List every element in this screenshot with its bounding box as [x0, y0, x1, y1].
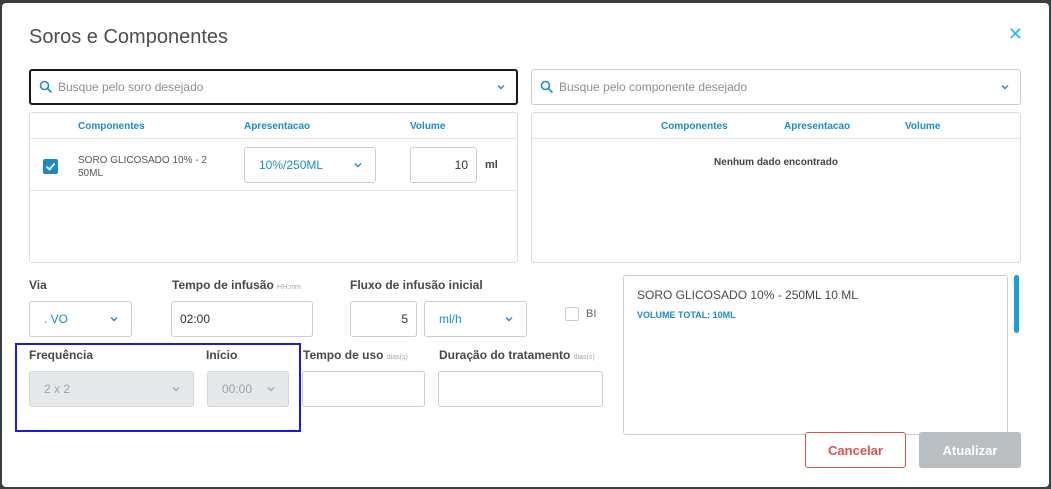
componente-search-placeholder: Busque pelo componente desejado: [559, 80, 748, 94]
summary-total: VOLUME TOTAL: 10ML: [637, 310, 736, 320]
grid-header-volume: Volume: [905, 121, 941, 132]
via-label: Via: [29, 278, 47, 292]
tempo-infusao-label: Tempo de infusão HH:mm: [172, 278, 301, 292]
highlight-box: [15, 343, 301, 432]
chevron-down-icon: [110, 317, 118, 322]
tempo-infusao-hint: HH:mm: [277, 284, 301, 291]
check-icon: [45, 162, 56, 171]
chevron-down-icon[interactable]: [496, 82, 506, 92]
volume-input[interactable]: 10: [410, 147, 477, 183]
row-componente-name: SORO GLICOSADO 10% - 2 50ML: [78, 155, 207, 179]
row-divider: [30, 190, 517, 191]
tempo-uso-input[interactable]: [302, 371, 425, 407]
grid-header-componentes: Componentes: [661, 121, 728, 132]
summary-panel: SORO GLICOSADO 10% - 250ML 10 ML VOLUME …: [623, 275, 1008, 435]
chevron-down-icon: [354, 163, 362, 168]
dialog-title: Soros e Componentes: [29, 26, 229, 48]
fluxo-unit-select[interactable]: ml/h: [424, 301, 527, 337]
modal-dialog: Soros e Componentes ✕ Busque pelo soro d…: [2, 3, 1049, 487]
soro-search-placeholder: Busque pelo soro desejado: [58, 80, 204, 94]
duracao-input[interactable]: [438, 371, 603, 407]
fluxo-input[interactable]: 5: [350, 301, 417, 337]
update-button[interactable]: Atualizar: [919, 432, 1021, 468]
empty-message: Nenhum dado encontrado: [714, 157, 838, 168]
componente-grid: Componentes Apresentacao Volume Nenhum d…: [531, 112, 1021, 263]
chevron-down-icon[interactable]: [1000, 82, 1010, 92]
fluxo-unit-value: ml/h: [439, 312, 462, 326]
row-checkbox[interactable]: [43, 159, 58, 174]
grid-header-volume: Volume: [410, 121, 446, 132]
apresentacao-select[interactable]: 10%/250ML: [244, 147, 376, 183]
search-icon: [540, 80, 554, 94]
grid-header-divider: [532, 138, 1020, 139]
chevron-down-icon: [505, 317, 513, 322]
apresentacao-value: 10%/250ML: [259, 158, 324, 172]
close-icon[interactable]: ✕: [1008, 25, 1023, 43]
tempo-uso-label: Tempo de uso dias(s): [303, 348, 408, 362]
duracao-hint: dias(s): [573, 354, 595, 361]
tempo-infusao-input[interactable]: 02:00: [171, 301, 313, 337]
search-icon: [39, 80, 53, 94]
componente-search-input[interactable]: Busque pelo componente desejado: [531, 69, 1021, 105]
soro-search-input[interactable]: Busque pelo soro desejado: [29, 69, 518, 105]
fluxo-label: Fluxo de infusão inicial: [350, 278, 483, 292]
grid-header-divider: [30, 138, 517, 139]
volume-unit: ml: [485, 159, 498, 171]
bi-label: BI: [586, 308, 597, 320]
via-value: . VO: [44, 312, 69, 326]
grid-header-apresentacao: Apresentacao: [784, 121, 851, 132]
grid-header-componentes: Componentes: [78, 121, 145, 132]
bi-checkbox[interactable]: [565, 307, 579, 321]
grid-header-apresentacao: Apresentacao: [244, 121, 311, 132]
cancel-button[interactable]: Cancelar: [805, 432, 906, 468]
via-select[interactable]: . VO: [29, 301, 132, 337]
soro-grid: Componentes Apresentacao Volume SORO GLI…: [29, 112, 518, 263]
tempo-uso-hint: dias(s): [386, 354, 408, 361]
scrollbar[interactable]: [1014, 275, 1019, 333]
duracao-label: Duração do tratamento dias(s): [439, 348, 595, 362]
summary-line: SORO GLICOSADO 10% - 250ML 10 ML: [637, 288, 858, 302]
